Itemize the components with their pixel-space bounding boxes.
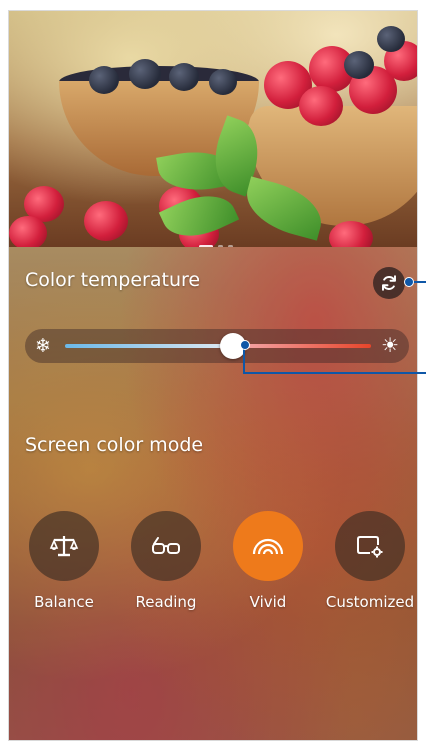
callout-line-slider-vertical: [243, 346, 245, 374]
mode-customized-circle[interactable]: [335, 511, 405, 581]
mode-customized-label: Customized: [325, 593, 415, 611]
page-indicator: [199, 233, 238, 247]
mode-balance-label: Balance: [34, 593, 94, 611]
sun-icon: ☀: [381, 333, 399, 357]
display-settings-panel: Color temperature ❄ ☀ Screen color mode: [9, 247, 417, 740]
raspberry: [299, 86, 343, 126]
refresh-icon: [382, 275, 396, 291]
callout-dot-slider: [240, 340, 250, 350]
glasses-icon: [152, 537, 180, 554]
mode-vivid-circle[interactable]: [233, 511, 303, 581]
color-temperature-label: Color temperature: [25, 269, 201, 291]
blueberry: [377, 26, 405, 52]
mode-reading[interactable]: Reading: [116, 511, 216, 611]
blueberry: [129, 59, 161, 89]
mode-reading-circle[interactable]: [131, 511, 201, 581]
mode-balance-circle[interactable]: [29, 511, 99, 581]
reset-color-temperature-button[interactable]: [373, 267, 405, 299]
rainbow-icon: [252, 538, 284, 555]
raspberry: [84, 201, 128, 241]
blueberry: [89, 66, 119, 94]
callout-dot-reset: [404, 277, 414, 287]
phone-screen: Color temperature ❄ ☀ Screen color mode: [8, 10, 418, 741]
slider-track[interactable]: [65, 344, 371, 348]
snowflake-icon: ❄: [35, 335, 51, 357]
mode-balance[interactable]: Balance: [14, 511, 114, 611]
blueberry: [344, 51, 374, 79]
blueberry: [169, 63, 199, 91]
mode-vivid-label: Vivid: [249, 593, 287, 611]
custom-settings-icon: [357, 536, 383, 558]
scale-icon: [49, 536, 79, 557]
screen-color-mode-label: Screen color mode: [25, 434, 204, 456]
mode-vivid[interactable]: Vivid: [218, 511, 318, 611]
mode-customized[interactable]: Customized: [320, 511, 417, 611]
mode-reading-label: Reading: [135, 593, 197, 611]
raspberry: [329, 221, 373, 247]
screen-color-mode-options: Balance Reading Vivid Customized: [23, 511, 417, 621]
raspberry: [9, 216, 47, 247]
preview-photo: [9, 11, 417, 247]
blueberry: [209, 69, 237, 95]
callout-line-slider-horizontal: [243, 372, 426, 374]
color-temperature-slider[interactable]: ❄ ☀: [25, 329, 409, 363]
